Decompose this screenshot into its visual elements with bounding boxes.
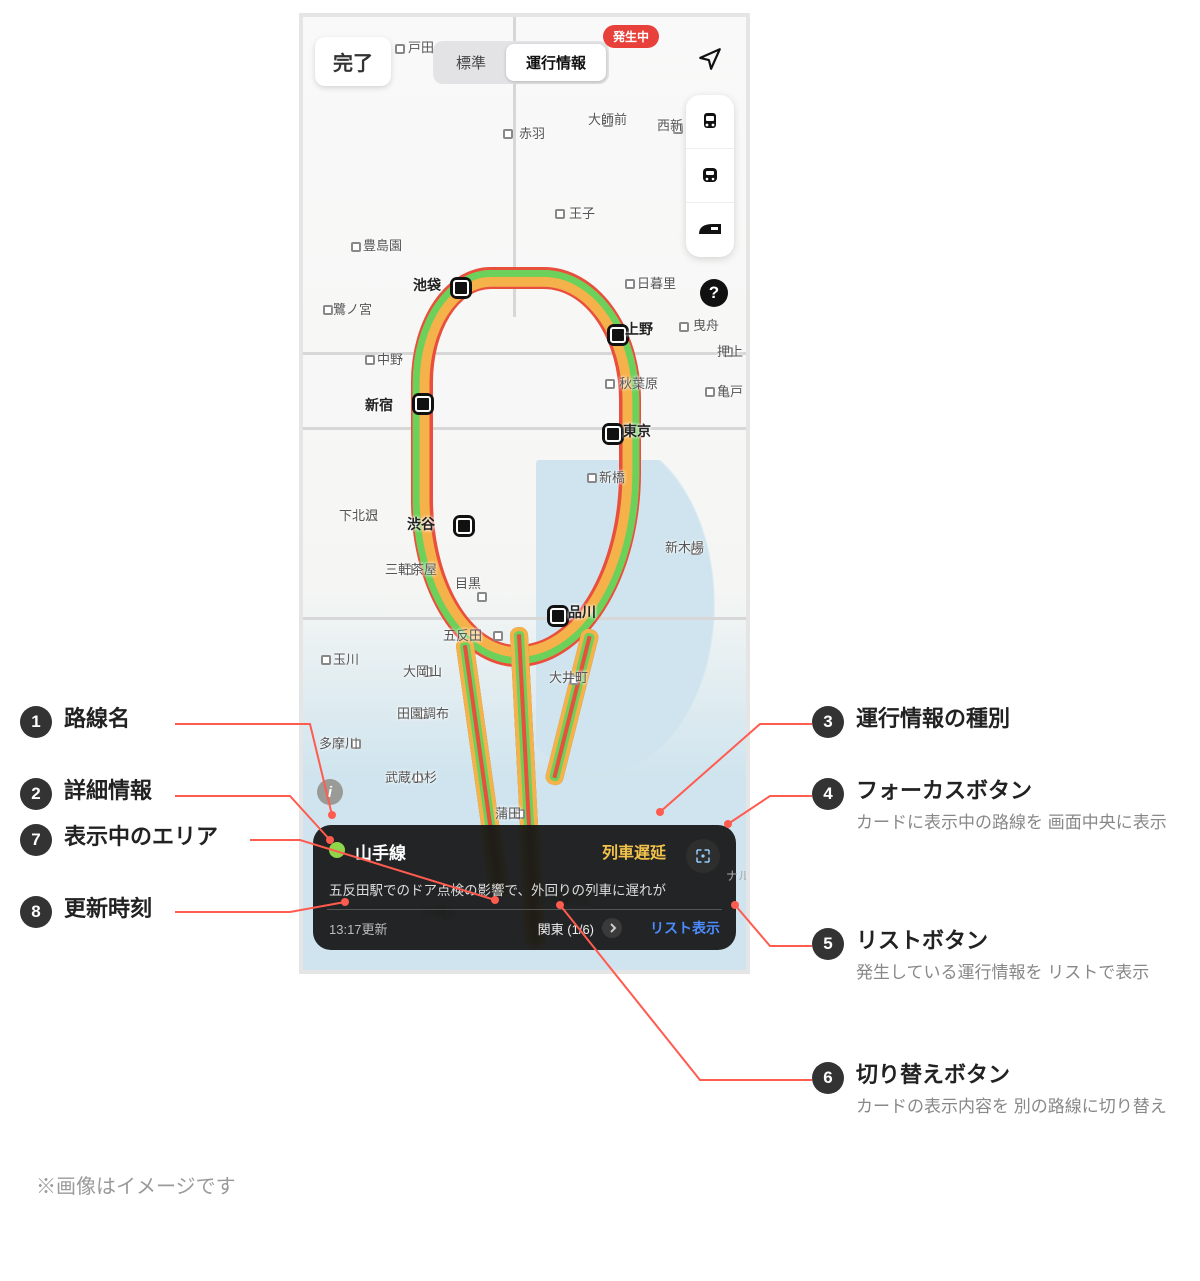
traffic-info-card: 山手線 列車遅延 五反田駅でのドア点検の影響で、外回りの列車に遅れが ナル 13… (313, 825, 736, 950)
annot-num: 8 (20, 896, 52, 928)
line-name: 山手線 (355, 839, 406, 864)
layer-train-button[interactable] (686, 95, 734, 149)
road (303, 617, 750, 620)
layer-metro-button[interactable] (686, 149, 734, 203)
road (303, 352, 750, 355)
crosshair-icon (694, 847, 712, 865)
line-color-dot (329, 842, 345, 858)
annot-title: 表示中のエリア (64, 824, 218, 850)
annot-2: 2 詳細情報 (20, 778, 152, 810)
water-area (536, 460, 746, 820)
annot-6: 6 切り替えボタン カードの表示内容を 別の路線に切り替え (812, 1062, 1167, 1121)
alert-badge: 発生中 (603, 25, 659, 48)
annot-num: 7 (20, 824, 52, 856)
annot-desc: カードの表示内容を 別の路線に切り替え (856, 1094, 1167, 1120)
road (303, 427, 750, 430)
annot-desc: カードに表示中の路線を 画面中央に表示 (856, 810, 1167, 836)
annot-num: 4 (812, 778, 844, 810)
done-button[interactable]: 完了 (315, 37, 391, 86)
annot-num: 6 (812, 1062, 844, 1094)
annot-title: リストボタン (856, 928, 1149, 954)
list-view-button[interactable]: リスト表示 (650, 918, 720, 938)
annot-num: 5 (812, 928, 844, 960)
annot-7: 7 表示中のエリア (20, 824, 218, 856)
focus-button[interactable] (686, 839, 720, 873)
annot-5: 5 リストボタン 発生している運行情報を リストで表示 (812, 928, 1149, 987)
footnote: ※画像はイメージです (36, 1170, 236, 1199)
detail-text: 五反田駅でのドア点検の影響で、外回りの列車に遅れが (329, 879, 720, 899)
divider (327, 909, 722, 910)
area-label: 関東 (1/6) (538, 919, 594, 938)
annot-title: 更新時刻 (64, 896, 152, 922)
segment-traffic-info[interactable]: 運行情報 (506, 44, 606, 81)
current-location-button[interactable] (690, 39, 730, 79)
navigation-icon (697, 46, 723, 72)
help-button[interactable]: ? (700, 279, 728, 307)
updated-time: 13:17更新 (329, 919, 388, 938)
shinkansen-icon (697, 220, 723, 240)
layer-shinkansen-button[interactable] (686, 203, 734, 257)
metro-icon (698, 164, 722, 188)
annot-title: 詳細情報 (64, 778, 152, 804)
annot-3: 3 運行情報の種別 (812, 706, 1010, 738)
annot-title: 切り替えボタン (856, 1062, 1167, 1088)
annot-title: 運行情報の種別 (856, 706, 1010, 732)
chevron-right-icon (602, 918, 622, 938)
annot-title: フォーカスボタン (856, 778, 1167, 804)
phone-screenshot: 池袋上野新宿東京渋谷品川戸田赤羽大師前西新王子豊島園鷺ノ宮日暮里曳舟押上中野秋葉… (299, 13, 750, 974)
annot-num: 1 (20, 706, 52, 738)
area-switch-button[interactable]: 関東 (1/6) (538, 918, 622, 938)
overflow-hint: ナル (726, 867, 750, 884)
annot-desc: 発生している運行情報を リストで表示 (856, 960, 1149, 986)
status-tag: 列車遅延 (602, 839, 666, 863)
segment-standard[interactable]: 標準 (436, 44, 506, 81)
annot-1: 1 路線名 (20, 706, 130, 738)
info-button[interactable] (317, 779, 343, 805)
annot-num: 3 (812, 706, 844, 738)
annot-4: 4 フォーカスボタン カードに表示中の路線を 画面中央に表示 (812, 778, 1167, 837)
map-mode-segmented: 標準 運行情報 (433, 41, 609, 84)
layer-buttons (686, 95, 734, 257)
train-icon (698, 110, 722, 134)
annot-title: 路線名 (64, 706, 130, 732)
annot-8: 8 更新時刻 (20, 896, 152, 928)
annot-num: 2 (20, 778, 52, 810)
